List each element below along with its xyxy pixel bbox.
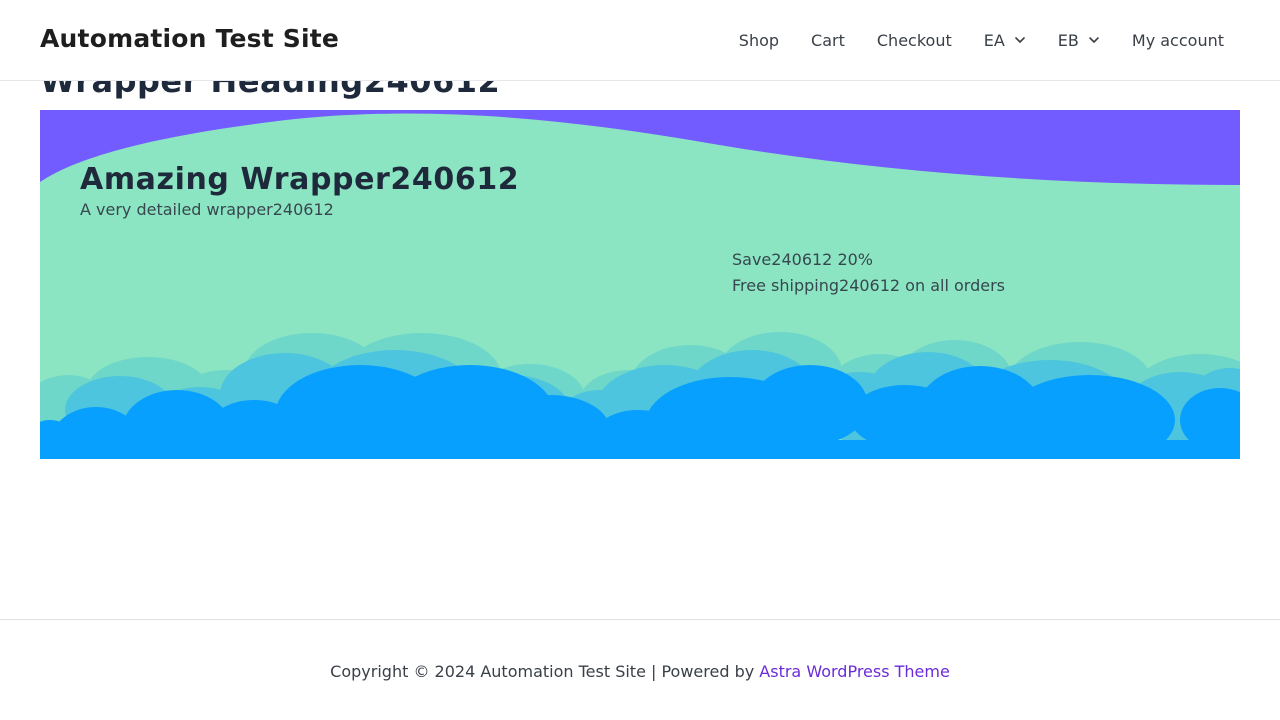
nav-item-ea-label: EA bbox=[983, 30, 1005, 50]
site-footer: Copyright © 2024 Automation Test Site | … bbox=[0, 619, 1280, 720]
promo-block: Save240612 20% Free shipping240612 on al… bbox=[732, 247, 1005, 299]
promo-shipping-text: Free shipping240612 on all orders bbox=[732, 276, 1005, 295]
nav-item-cart[interactable]: Cart bbox=[795, 0, 861, 80]
nav-item-checkout[interactable]: Checkout bbox=[861, 0, 968, 80]
hero-subtitle: A very detailed wrapper240612 bbox=[80, 200, 334, 219]
astra-theme-link[interactable]: Astra WordPress Theme bbox=[759, 662, 950, 681]
nav-item-my-account[interactable]: My account bbox=[1116, 0, 1240, 80]
copyright-text: Copyright © 2024 Automation Test Site | … bbox=[330, 662, 760, 681]
site-header: Automation Test Site Shop Cart Checkout … bbox=[0, 0, 1280, 81]
chevron-down-icon bbox=[1014, 34, 1026, 46]
hero-wrapper: Amazing Wrapper240612 A very detailed wr… bbox=[40, 110, 1240, 459]
chevron-down-icon bbox=[1088, 34, 1100, 46]
nav-item-eb[interactable]: EB bbox=[1042, 0, 1116, 80]
hero-title: Amazing Wrapper240612 bbox=[80, 162, 520, 197]
copyright-line: Copyright © 2024 Automation Test Site | … bbox=[0, 662, 1280, 681]
nav-item-shop[interactable]: Shop bbox=[723, 0, 795, 80]
primary-navigation: Shop Cart Checkout EA EB My account bbox=[723, 0, 1240, 80]
nav-item-eb-label: EB bbox=[1057, 30, 1079, 50]
site-title-link[interactable]: Automation Test Site bbox=[40, 24, 339, 53]
nav-item-ea[interactable]: EA bbox=[968, 0, 1042, 80]
promo-save-text: Save240612 20% bbox=[732, 250, 873, 269]
